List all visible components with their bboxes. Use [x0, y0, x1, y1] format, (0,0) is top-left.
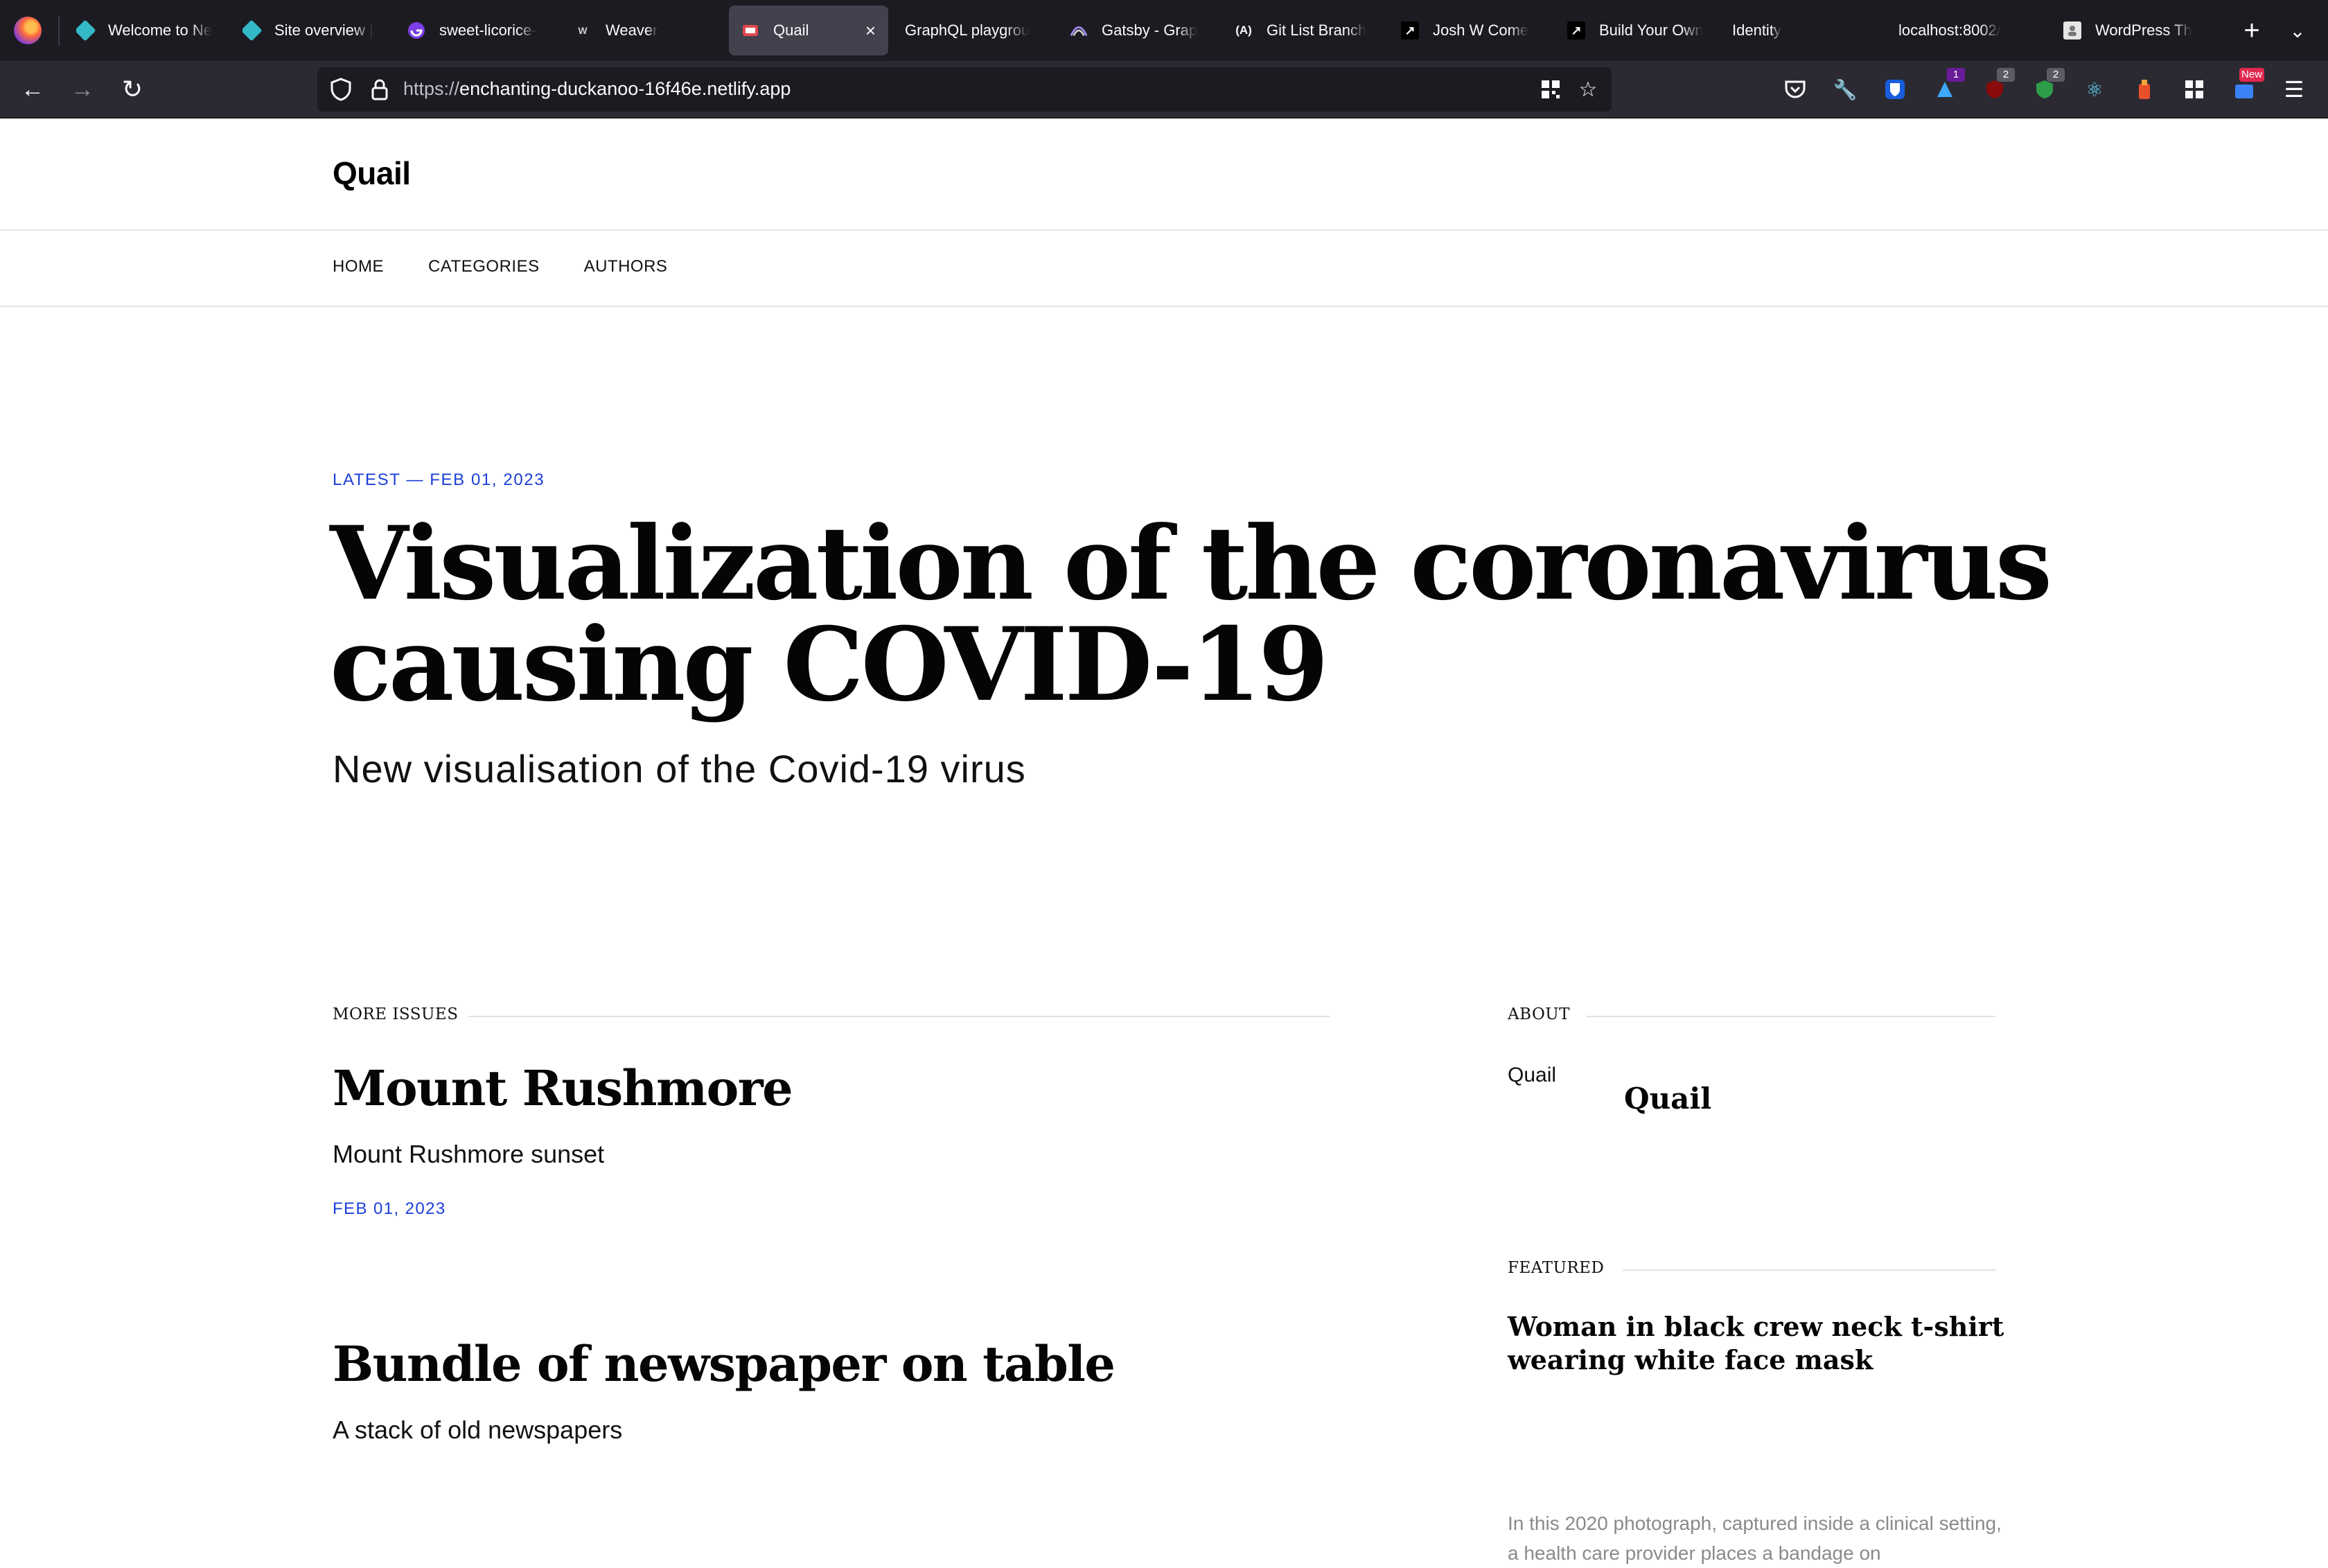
url-text[interactable]: https://enchanting-duckanoo-16f46e.netli… [403, 78, 791, 100]
tab-identity[interactable]: Identity [1732, 6, 1843, 55]
site-nav: HOME CATEGORIES AUTHORS [333, 257, 667, 276]
arrow-icon: ↗ [1567, 21, 1585, 39]
featured-divider [1623, 1269, 1995, 1271]
whats-new-icon[interactable]: New [2228, 68, 2264, 105]
hero-subtitle: New visualisation of the Covid-19 virus [333, 747, 1026, 791]
wordpress-icon [2063, 21, 2081, 39]
about-divider [1587, 1016, 1995, 1017]
about-text: Quail [1508, 1064, 1557, 1086]
more-issues-divider [468, 1016, 1330, 1017]
nav-categories[interactable]: CATEGORIES [428, 257, 540, 276]
nav-divider [0, 306, 2328, 307]
quail-icon [741, 21, 759, 39]
lock-icon[interactable] [367, 77, 392, 102]
more-issues-label: MORE ISSUES [333, 1005, 459, 1023]
w-icon: W [578, 25, 588, 36]
url-bar[interactable]: https://enchanting-duckanoo-16f46e.netli… [317, 67, 1612, 112]
tab-weaver[interactable]: W Weaver [574, 6, 709, 55]
gatsby-icon [1070, 21, 1088, 39]
post-title-bundle-of-newspaper[interactable]: Bundle of newspaper on table [333, 1335, 1116, 1393]
tab-wordpress[interactable]: WordPress Th [2063, 6, 2199, 55]
extension-red-icon[interactable] [2128, 73, 2160, 105]
tab-bar: Welcome to Ne Site overview | sweet-lico… [0, 0, 2328, 61]
header-divider [0, 229, 2328, 231]
reload-icon[interactable]: ↻ [115, 72, 150, 107]
forward-arrow-icon[interactable]: → [65, 72, 100, 107]
tab-quail[interactable]: Quail × [729, 6, 888, 55]
new-tab-icon[interactable]: + [2234, 12, 2270, 49]
tab-welcome[interactable]: Welcome to Ne [76, 6, 212, 55]
tab-separator [58, 15, 60, 46]
close-tab-icon[interactable]: × [865, 20, 876, 42]
nav-authors[interactable]: AUTHORS [584, 257, 668, 276]
privacy-badger-icon[interactable]: 2 [2029, 68, 2065, 105]
post-title-mount-rushmore[interactable]: Mount Rushmore [333, 1059, 793, 1117]
web-page: Quail HOME CATEGORIES AUTHORS LATEST — F… [0, 118, 2328, 1564]
about-brand[interactable]: Quail [1624, 1082, 1711, 1116]
tab-gatsby-graph[interactable]: Gatsby - Grap [1070, 6, 1206, 55]
back-arrow-icon[interactable]: ← [15, 72, 50, 107]
chevron-down-icon[interactable]: ⌄ [2280, 12, 2316, 49]
hero-eyebrow[interactable]: LATEST — FEB 01, 2023 [333, 470, 545, 490]
site-title[interactable]: Quail [333, 155, 411, 192]
post-date[interactable]: FEB 01, 2023 [333, 1199, 446, 1219]
pocket-icon[interactable] [1779, 73, 1811, 105]
tab-sweet-licorice[interactable]: sweet-licorice- [407, 6, 543, 55]
arrow-icon: ↗ [1401, 21, 1419, 39]
navigation-toolbar: ← → ↻ https://enchanting-duckanoo-16f46e… [0, 61, 2328, 118]
bookmark-star-icon[interactable]: ☆ [1574, 76, 1602, 103]
tab-josh-comeau[interactable]: ↗ Josh W Come [1401, 6, 1537, 55]
qr-code-icon[interactable] [1537, 76, 1564, 103]
about-label: ABOUT [1508, 1005, 1571, 1023]
wrench-icon[interactable]: 🔧 [1829, 73, 1861, 105]
post-excerpt: A stack of old newspapers [333, 1416, 623, 1444]
bitwarden-icon[interactable] [1879, 73, 1911, 105]
react-devtools-icon[interactable]: ⚛ [2079, 73, 2110, 105]
hamburger-menu-icon[interactable]: ☰ [2278, 73, 2310, 105]
tab-localhost[interactable]: localhost:8002/ [1898, 6, 2034, 55]
a-icon: (A) [1235, 24, 1252, 37]
netlify-icon [242, 19, 263, 42]
tracking-shield-icon[interactable] [328, 77, 353, 102]
tab-git-list-branch[interactable]: (A) Git List Branch [1235, 6, 1370, 55]
featured-label: FEATURED [1508, 1259, 1605, 1277]
featured-post-title[interactable]: Woman in black crew neck t-shirt wearing… [1508, 1310, 2007, 1377]
firefox-icon[interactable] [14, 17, 42, 44]
ublock-icon[interactable]: 2 [1979, 68, 2015, 105]
nav-home[interactable]: HOME [333, 257, 384, 276]
post-excerpt: Mount Rushmore sunset [333, 1140, 605, 1168]
tab-build-your-own[interactable]: ↗ Build Your Own [1567, 6, 1721, 55]
extensions-grid-icon[interactable] [2178, 73, 2210, 105]
hero-title[interactable]: Visualization of the coronavirus causing … [330, 513, 2104, 716]
gatsby-icon [407, 21, 425, 39]
featured-post-excerpt: In this 2020 photograph, captured inside… [1508, 1513, 2002, 1564]
netlify-icon [76, 19, 96, 42]
tab-graphql-playground[interactable]: GraphQL playgrou [905, 6, 1041, 55]
extension-blue-icon[interactable]: 1 [1929, 68, 1965, 105]
tab-site-overview[interactable]: Site overview | [242, 6, 378, 55]
